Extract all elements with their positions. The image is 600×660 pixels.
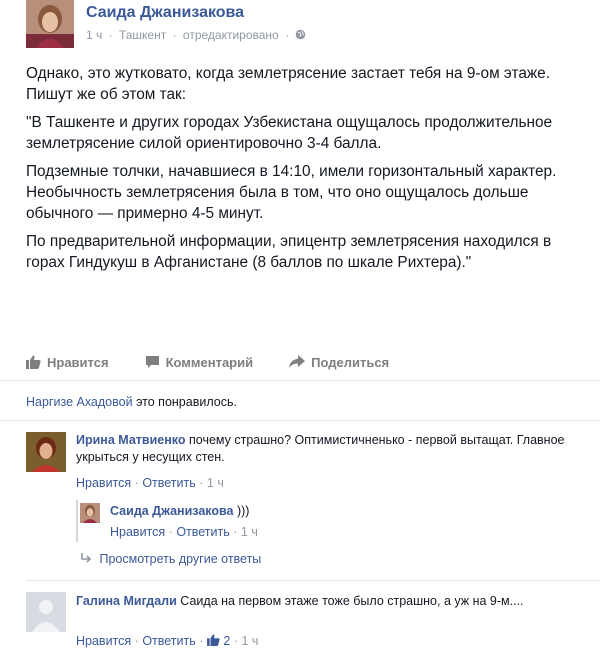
comment-time[interactable]: 1 ч [207,476,224,490]
post-paragraph: Подземные толчки, начавшиеся в 14:10, им… [26,163,557,222]
meta-separator: · [285,28,290,42]
divider [26,580,600,581]
separator: · [134,634,139,648]
separator: · [199,476,204,490]
meta-separator: · [108,28,113,42]
post-paragraph: Однако, это жутковато, когда землетрясен… [26,65,551,103]
thumbs-up-icon[interactable] [206,634,220,646]
like-button[interactable]: Нравится [26,355,109,370]
separator: · [233,525,238,539]
comment-like-count[interactable]: 2 [223,634,230,648]
separator: · [199,634,204,648]
commenter-name[interactable]: Галина Мигдали [76,594,177,608]
share-label: Поделиться [311,354,390,370]
comment-actions: Нравится · Ответить · 2 · 1 ч [76,634,258,648]
comment-text: Саида на первом этаже тоже было страшно,… [180,594,524,608]
divider [0,420,600,421]
divider [0,380,600,381]
post-body: Однако, это жутковато, когда землетрясен… [26,63,586,280]
comment-like-link[interactable]: Нравится [76,476,131,490]
commenter-avatar[interactable] [26,432,66,472]
likes-summary: Наргизе Ахадовой это понравилось. [26,395,237,409]
reply-text: ))) [236,504,250,518]
reply-arrow-icon [81,553,92,563]
comment-actions: Нравится · Ответить · 1 ч [76,476,224,490]
globe-icon[interactable] [295,29,306,40]
share-arrow-icon [289,355,306,368]
comment-label: Комментарий [165,354,254,370]
reply-reply-link[interactable]: Ответить [176,525,229,539]
post-edited[interactable]: отредактировано [183,28,279,42]
view-more-replies[interactable]: Просмотреть другие ответы [80,552,261,566]
post-actions: Нравится Комментарий Поделиться [26,350,425,374]
meta-separator: · [172,28,177,42]
post-meta: 1 ч · Ташкент · отредактировано · [86,28,306,42]
liker-name[interactable]: Наргизе Ахадовой [26,395,133,409]
like-label: Нравится [47,354,109,370]
post-location[interactable]: Ташкент [119,28,166,42]
more-replies-label: Просмотреть другие ответы [99,552,262,566]
post-header: Саида Джанизакова 1 ч · Ташкент · отреда… [0,0,600,52]
share-button[interactable]: Поделиться [289,355,389,370]
comment-like-link[interactable]: Нравится [76,634,131,648]
comment-icon [145,356,159,368]
post-time[interactable]: 1 ч [86,28,102,42]
separator: · [233,634,238,648]
comment-button[interactable]: Комментарий [145,354,254,370]
likes-text: это понравилось. [136,395,237,409]
reply-time[interactable]: 1 ч [241,525,258,539]
post-paragraph: По предварительной информации, эпицентр … [26,233,552,271]
commenter-avatar-placeholder[interactable] [26,592,66,632]
post-author-name[interactable]: Саида Джанизакова [86,4,244,22]
separator: · [134,476,139,490]
reply-like-link[interactable]: Нравится [110,525,165,539]
comment-time[interactable]: 1 ч [241,634,258,648]
reply-thread-line [76,500,78,542]
reply-author-name[interactable]: Саида Джанизакова [110,504,233,518]
comment-reply-link[interactable]: Ответить [142,634,195,648]
reply-avatar[interactable] [80,503,100,523]
comment: Галина Мигдали Саида на первом этаже тож… [76,593,576,610]
post-paragraph: "В Ташкенте и других городах Узбекистана… [26,114,553,152]
commenter-name[interactable]: Ирина Матвиенко [76,433,186,447]
reply-actions: Нравится · Ответить · 1 ч [110,525,258,539]
reply-comment: Саида Джанизакова ))) [110,503,570,520]
comment: Ирина Матвиенко почему страшно? Оптимист… [76,432,576,466]
author-avatar[interactable] [26,0,74,48]
separator: · [168,525,173,539]
thumbs-up-icon [26,355,41,369]
comment-reply-link[interactable]: Ответить [142,476,195,490]
